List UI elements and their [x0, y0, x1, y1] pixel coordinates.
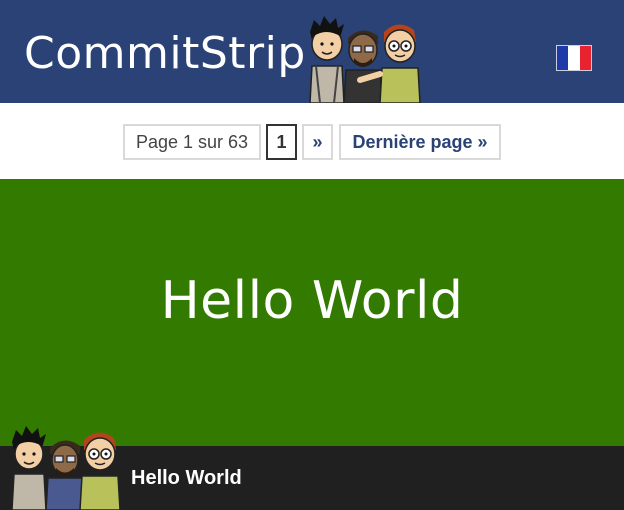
flag-france-icon[interactable] [556, 45, 592, 71]
current-page-number: 1 [266, 124, 297, 160]
footer-mascots-illustration [11, 426, 121, 510]
site-header: CommitStrip [0, 0, 624, 103]
flag-stripe-white [568, 46, 580, 70]
page-info: Page 1 sur 63 [123, 124, 261, 160]
site-logo-text[interactable]: CommitStrip [24, 32, 306, 76]
page: CommitStrip Page 1 sur 63 1 » Dernière p… [0, 0, 624, 510]
pagination-bar: Page 1 sur 63 1 » Dernière page » [0, 103, 624, 179]
last-page-link[interactable]: Dernière page » [339, 124, 501, 160]
flag-stripe-blue [557, 46, 569, 70]
post-title[interactable]: Hello World [131, 468, 242, 488]
mascots-illustration [309, 16, 421, 103]
comic-strip-image[interactable]: Hello World [0, 179, 624, 446]
flag-stripe-red [579, 46, 591, 70]
comic-strip-title-text: Hello World [160, 271, 464, 331]
next-page-link[interactable]: » [302, 124, 333, 160]
